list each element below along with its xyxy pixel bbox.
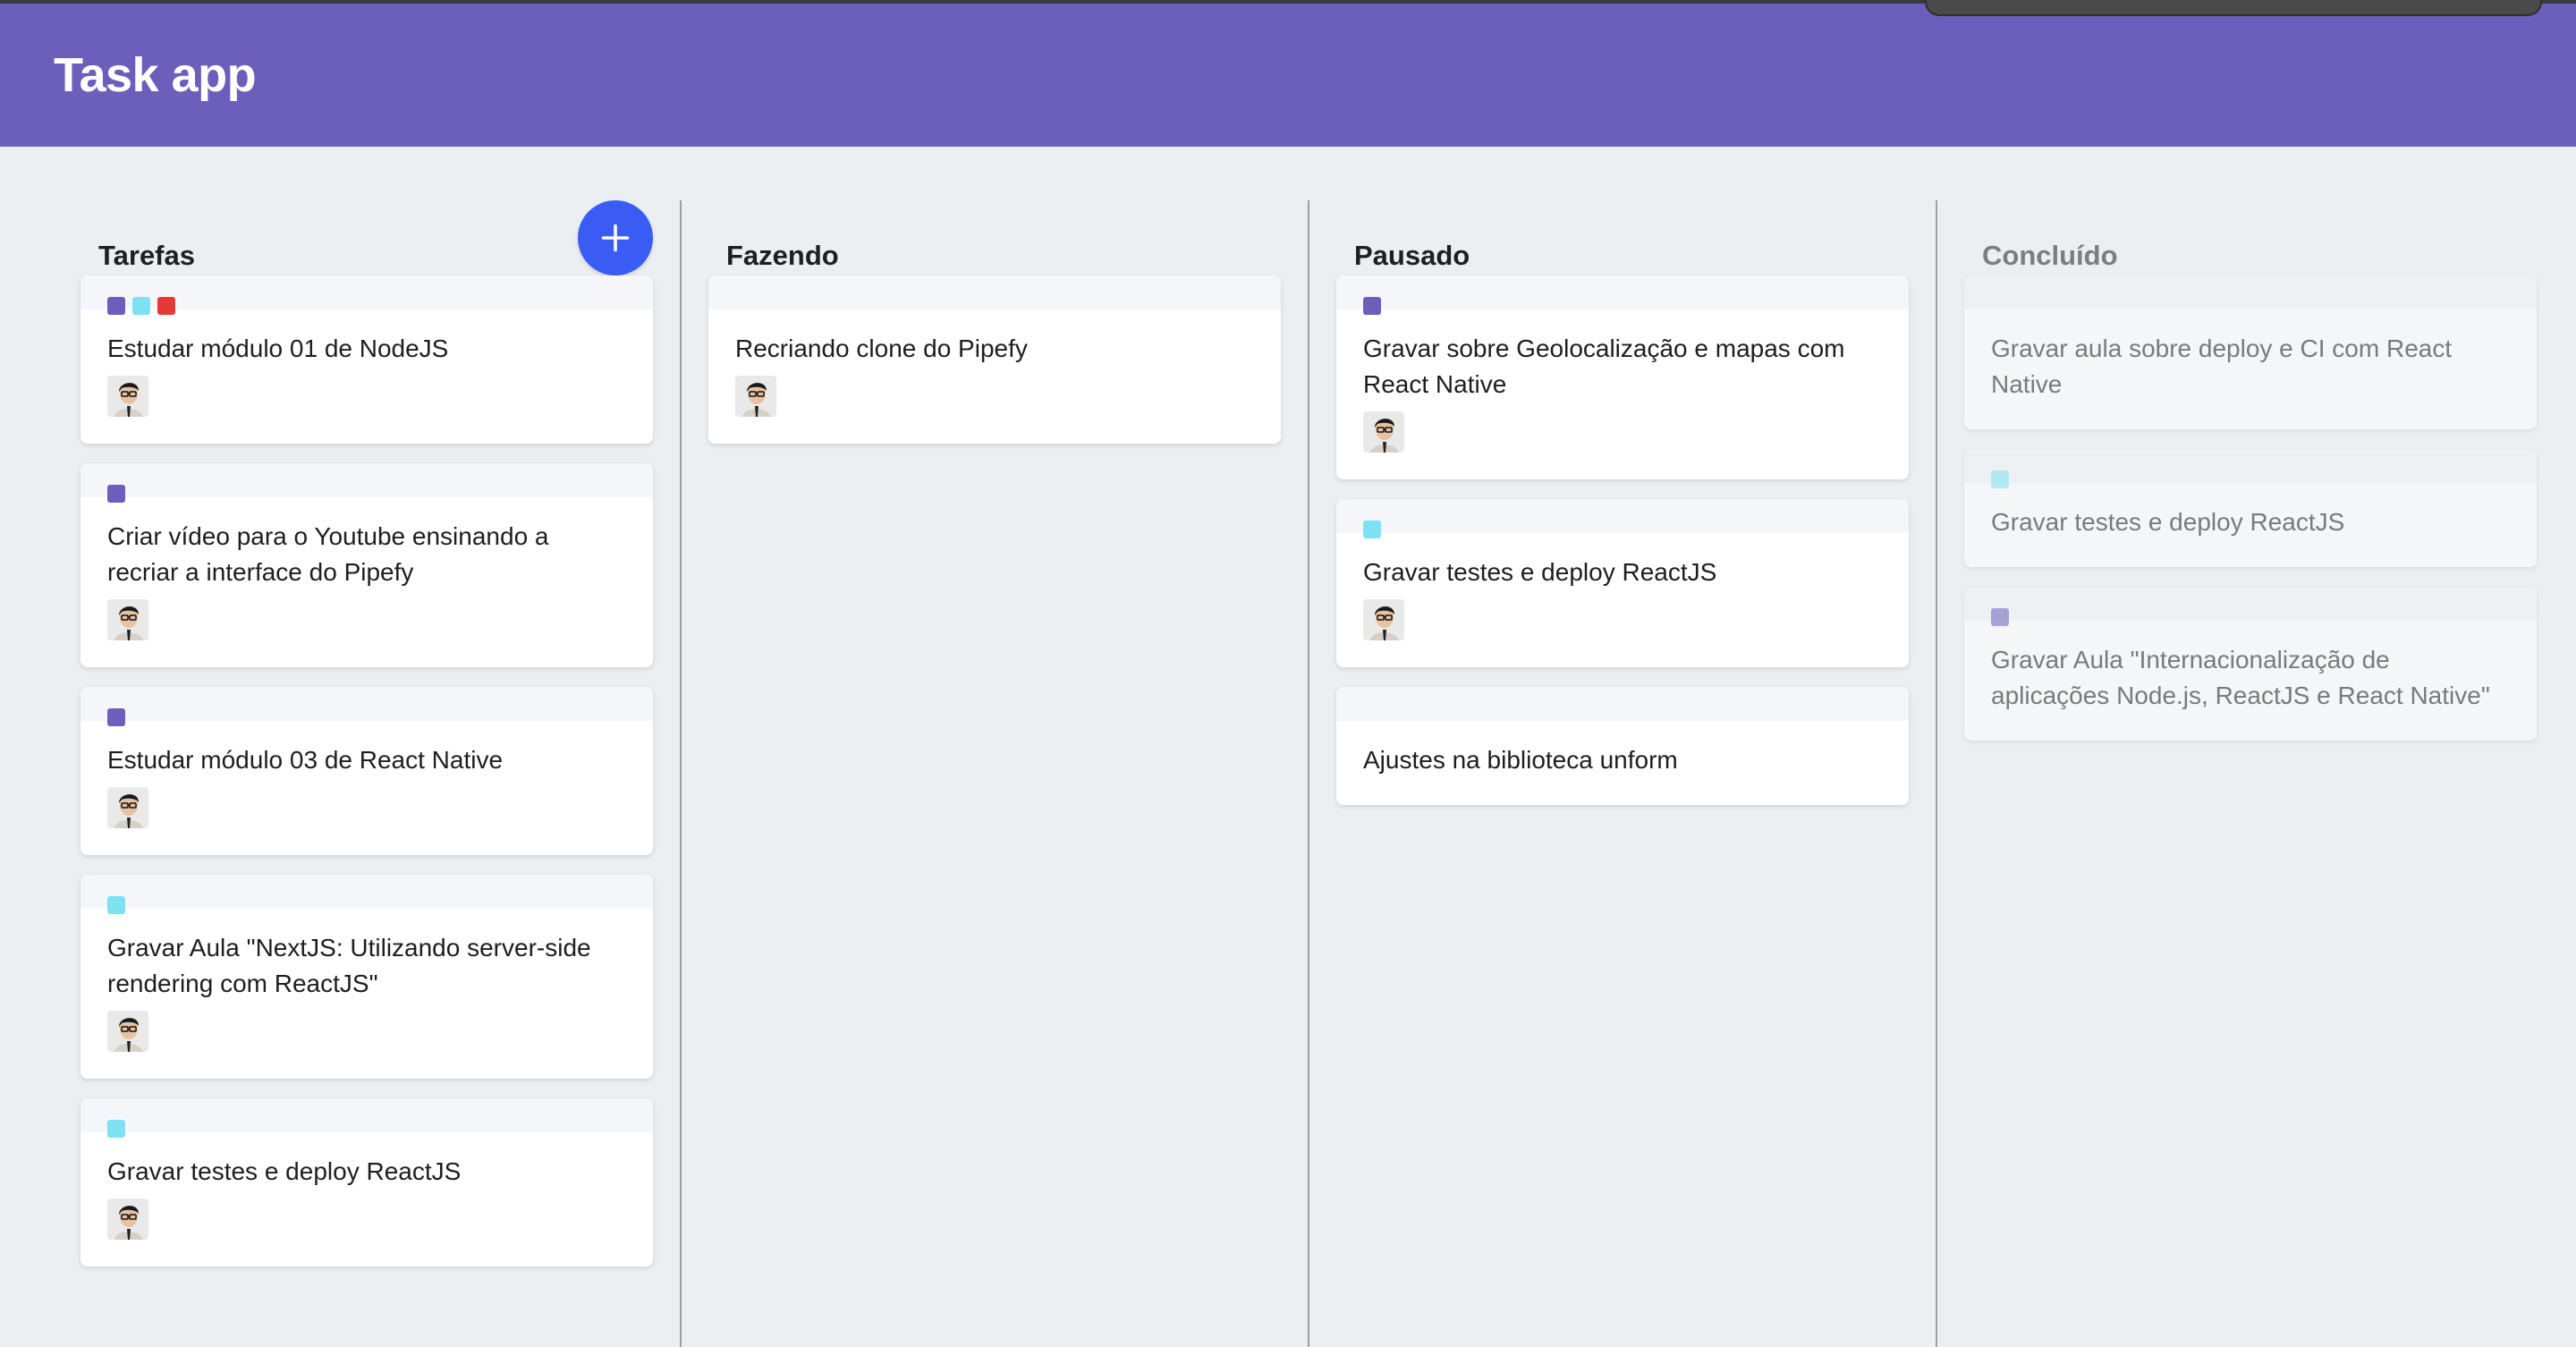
card-title: Ajustes na biblioteca unform — [1363, 746, 1678, 774]
card-title: Gravar sobre Geolocalização e mapas com … — [1363, 335, 1845, 398]
card-title: Gravar testes e deploy ReactJS — [107, 1157, 462, 1185]
avatar-image — [107, 1011, 148, 1052]
column-title: Pausado — [1354, 240, 1470, 271]
card-body: Estudar módulo 01 de NodeJS — [80, 309, 653, 444]
card-list: Gravar sobre Geolocalização e mapas com … — [1336, 275, 1909, 805]
task-app: Task app Tarefas Estudar módulo 01 de No… — [0, 0, 2576, 1347]
label-tag-purple — [1991, 608, 2009, 626]
card-title: Estudar módulo 01 de NodeJS — [107, 335, 449, 362]
kanban-board: Tarefas Estudar módulo 01 de NodeJS Cria… — [0, 147, 2576, 1347]
card-label-bar — [80, 463, 653, 503]
label-tag-cyan — [107, 896, 125, 914]
card-label-bar — [80, 875, 653, 914]
avatar — [107, 787, 148, 828]
card-list: Recriando clone do Pipefy — [708, 275, 1281, 444]
label-tag-purple — [107, 708, 125, 726]
card-body: Gravar Aula "Internacionalização de apli… — [1964, 621, 2537, 741]
task-card[interactable]: Ajustes na biblioteca unform — [1336, 687, 1909, 805]
column-header: Fazendo — [708, 200, 1281, 275]
column-title: Tarefas — [98, 240, 195, 271]
task-card[interactable]: Gravar Aula "Internacionalização de apli… — [1964, 587, 2537, 741]
label-tag-purple — [107, 485, 125, 503]
avatar — [107, 1199, 148, 1240]
card-title: Gravar testes e deploy ReactJS — [1991, 508, 2345, 536]
card-body: Gravar sobre Geolocalização e mapas com … — [1336, 309, 1909, 479]
app-header: Task app — [0, 4, 2576, 147]
card-list: Gravar aula sobre deploy e CI com React … — [1964, 275, 2549, 741]
avatar — [1363, 599, 1404, 640]
card-label-bar — [1336, 275, 1909, 315]
label-tag-cyan — [1991, 470, 2009, 488]
column-fazendo: Fazendo Recriando clone do Pipefy — [682, 200, 1309, 1347]
card-list: Estudar módulo 01 de NodeJS Criar vídeo … — [80, 275, 653, 1267]
card-title: Recriando clone do Pipefy — [735, 335, 1028, 362]
browser-overlay-tab — [1925, 0, 2542, 16]
label-tag-red — [157, 297, 175, 315]
column-title: Concluído — [1982, 240, 2118, 271]
column-header: Tarefas — [80, 200, 653, 275]
card-label-bar — [80, 1098, 653, 1138]
card-body: Gravar testes e deploy ReactJS — [80, 1132, 653, 1267]
card-title: Gravar Aula "NextJS: Utilizando server-s… — [107, 934, 591, 997]
card-body: Gravar aula sobre deploy e CI com React … — [1964, 309, 2537, 429]
card-title: Gravar Aula "Internacionalização de apli… — [1991, 646, 2490, 709]
column-header: Concluído — [1964, 200, 2549, 275]
task-card[interactable]: Gravar sobre Geolocalização e mapas com … — [1336, 275, 1909, 479]
column-header: Pausado — [1336, 200, 1909, 275]
card-title: Criar vídeo para o Youtube ensinando a r… — [107, 522, 549, 586]
task-card[interactable]: Estudar módulo 03 de React Native — [80, 687, 653, 855]
column-title: Fazendo — [726, 240, 839, 271]
label-tag-purple — [1363, 297, 1381, 315]
app-title: Task app — [54, 48, 257, 102]
avatar — [1363, 411, 1404, 453]
card-label-bar — [1964, 587, 2537, 626]
card-label-bar — [80, 275, 653, 315]
avatar-image — [735, 376, 776, 417]
card-title: Gravar aula sobre deploy e CI com React … — [1991, 335, 2453, 398]
card-label-bar — [1336, 687, 1909, 721]
task-card[interactable]: Recriando clone do Pipefy — [708, 275, 1281, 444]
column-concluido: Concluído Gravar aula sobre deploy e CI … — [1937, 200, 2576, 1347]
task-card[interactable]: Gravar testes e deploy ReactJS — [1336, 499, 1909, 667]
task-card[interactable]: Criar vídeo para o Youtube ensinando a r… — [80, 463, 653, 667]
task-card[interactable]: Gravar aula sobre deploy e CI com React … — [1964, 275, 2537, 429]
card-body: Gravar Aula "NextJS: Utilizando server-s… — [80, 909, 653, 1079]
avatar — [107, 599, 148, 640]
column-pausado: Pausado Gravar sobre Geolocalização e ma… — [1309, 200, 1937, 1347]
column-tarefas: Tarefas Estudar módulo 01 de NodeJS Cria… — [54, 200, 682, 1347]
label-tag-cyan — [132, 297, 150, 315]
avatar — [107, 1011, 148, 1052]
avatar-image — [107, 599, 148, 640]
avatar-image — [107, 1199, 148, 1240]
card-label-bar — [708, 275, 1281, 309]
card-body: Gravar testes e deploy ReactJS — [1964, 483, 2537, 567]
avatar-image — [1363, 599, 1404, 640]
avatar-image — [107, 787, 148, 828]
plus-icon — [601, 224, 630, 252]
task-card[interactable]: Gravar testes e deploy ReactJS — [80, 1098, 653, 1267]
label-tag-cyan — [107, 1120, 125, 1138]
label-tag-purple — [107, 297, 125, 315]
add-card-button[interactable] — [578, 200, 653, 275]
card-body: Estudar módulo 03 de React Native — [80, 721, 653, 855]
card-body: Gravar testes e deploy ReactJS — [1336, 533, 1909, 667]
avatar — [735, 376, 776, 417]
card-body: Ajustes na biblioteca unform — [1336, 721, 1909, 805]
card-title: Gravar testes e deploy ReactJS — [1363, 558, 1717, 586]
avatar-image — [107, 376, 148, 417]
card-body: Criar vídeo para o Youtube ensinando a r… — [80, 497, 653, 667]
task-card[interactable]: Gravar Aula "NextJS: Utilizando server-s… — [80, 875, 653, 1079]
card-label-bar — [1964, 275, 2537, 309]
card-label-bar — [1964, 449, 2537, 488]
card-label-bar — [80, 687, 653, 726]
task-card[interactable]: Gravar testes e deploy ReactJS — [1964, 449, 2537, 567]
label-tag-cyan — [1363, 521, 1381, 538]
avatar — [107, 376, 148, 417]
card-body: Recriando clone do Pipefy — [708, 309, 1281, 444]
card-title: Estudar módulo 03 de React Native — [107, 746, 504, 774]
task-card[interactable]: Estudar módulo 01 de NodeJS — [80, 275, 653, 444]
card-label-bar — [1336, 499, 1909, 538]
avatar-image — [1363, 411, 1404, 453]
